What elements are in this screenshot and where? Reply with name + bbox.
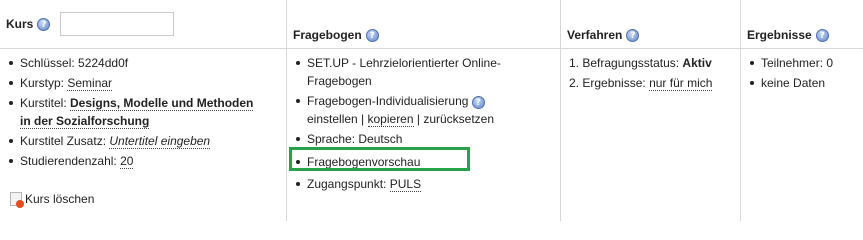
highlight-box [289,147,470,171]
ergebnisse-title: Ergebnisse [747,28,812,42]
kurstyp-link[interactable]: Seminar [67,76,113,91]
fragebogen-column: Fragebogen ? SET.UP - Lehrzielorientiert… [287,0,561,221]
list-item: SET.UP - Lehrzielorientierter Online- Fra… [289,54,562,90]
list-item: Kurstitel: Designs, Modelle und Methoden… [2,94,288,130]
fragebogen-details: SET.UP - Lehrzielorientierter Online- Fra… [289,52,562,193]
ergebnisse-details: Teilnehmer: 0 keine Daten [743,52,863,92]
kurs-header: Kurs ? [0,0,286,49]
list-item: Teilnehmer: 0 [743,54,863,72]
help-icon[interactable]: ? [626,28,640,42]
keine-daten-text: keine Daten [761,76,826,90]
list-item: Kurstyp: Seminar [2,74,288,92]
delete-document-icon [10,192,24,208]
list-item: keine Daten [743,74,863,92]
kurs-details: Schlüssel: 5224dd0f Kurstyp: Seminar Kur… [2,52,288,170]
verfahren-header: Verfahren ? [561,0,740,49]
help-icon[interactable]: ? [471,96,485,109]
kurs-column: Kurs ? Schlüssel: 5224dd0f Kurstyp: Semi… [0,0,287,221]
zuruecksetzen-link[interactable]: zurücksetzen [423,112,494,126]
sprache-text: Sprache: Deutsch [307,132,403,146]
ergebnisse-header: Ergebnisse ? [741,0,863,49]
puls-link[interactable]: PULS [389,177,422,192]
einstellen-link[interactable]: einstellen [307,112,358,126]
help-icon[interactable]: ? [365,28,379,42]
status-value: Aktiv [682,56,712,70]
studierendenzahl-link[interactable]: 20 [120,154,134,169]
list-item: Studierendenzahl: 20 [2,152,288,170]
kurstitel-zusatz-link[interactable]: Untertitel eingeben [109,134,211,149]
ergebnisse-column: Ergebnisse ? Teilnehmer: 0 keine Daten [741,0,863,221]
verfahren-details: 1. Befragungsstatus: Aktiv 2. Ergebnisse… [563,52,742,92]
verfahren-title: Verfahren [567,28,623,42]
list-item: Sprache: Deutsch [289,130,562,148]
list-item: 2. Ergebnisse: nur für mich [569,76,713,91]
help-icon[interactable]: ? [815,28,829,42]
list-item: Zugangspunkt: PULS [289,175,562,193]
list-item: Kurstitel Zusatz: Untertitel eingeben [2,132,288,150]
delete-course-label: Kurs löschen [25,192,95,206]
fragebogen-title: Fragebogen [293,28,362,42]
verfahren-column: Verfahren ? 1. Befragungsstatus: Aktiv 2… [561,0,741,221]
list-item: 1. Befragungsstatus: Aktiv [569,56,712,70]
list-item: Fragebogen-Individualisierung ? einstell… [289,92,562,128]
delete-course-button[interactable]: Kurs löschen [10,192,95,208]
schluessel-value: 5224dd0f [78,56,129,70]
kopieren-link[interactable]: kopieren [367,112,414,127]
ergebnisse-visibility-link[interactable]: nur für mich [649,76,713,91]
help-icon[interactable]: ? [37,17,51,31]
fragebogen-header: Fragebogen ? [287,0,560,49]
teilnehmer-text: Teilnehmer: 0 [761,56,834,70]
kurs-title: Kurs [6,17,34,31]
list-item: Schlüssel: 5224dd0f [2,54,288,72]
course-overview-table: Kurs ? Schlüssel: 5224dd0f Kurstyp: Semi… [0,0,863,221]
kurs-search-input[interactable] [60,12,175,36]
